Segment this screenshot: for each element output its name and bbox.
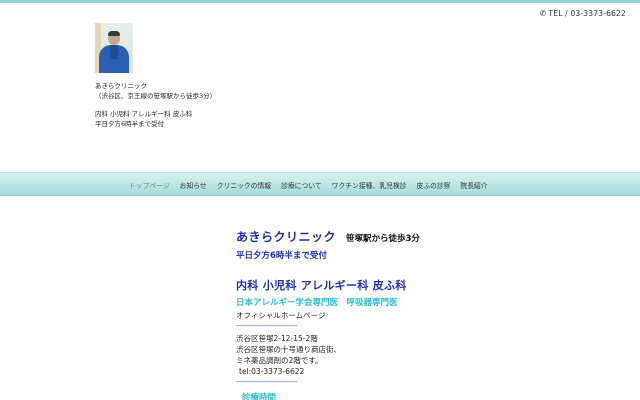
nav-item-clinic-info[interactable]: クリニックの情報 xyxy=(212,180,276,190)
main-navigation: トップページ お知らせ クリニックの情報 診療について ワクチン接種、乳児検診 … xyxy=(0,172,640,196)
address-line: 渋谷区笹塚の十号通り商店街、 xyxy=(236,345,341,354)
nav-item-dermatology[interactable]: 皮ふの診察 xyxy=(411,180,455,190)
divider-bottom: ------------------------------ xyxy=(236,378,297,386)
address-line: ミネ薬品調剤の2階です。 xyxy=(236,356,323,365)
specialties-heading: 内科 小児科 アレルギー科 皮ふ科 xyxy=(236,279,407,292)
header-departments: 内科 小児科 アレルギー科 皮ふ科 xyxy=(95,110,193,118)
station-access: 笹塚駅から徒歩3分 xyxy=(346,234,420,244)
header-info: あきらクリニック （渋谷区、京王線の笹塚駅から徒歩3分） 内科 小児科 アレルギ… xyxy=(95,82,216,129)
phone-link[interactable]: tel:03-3373-6622 xyxy=(236,366,616,377)
address-block: 渋谷区笹塚2-12-15-2階 渋谷区笹塚の十号通り商店街、 ミネ薬品調剤の2階… xyxy=(236,333,616,377)
header-phone[interactable]: ✆ TEL / 03-3373-6622 xyxy=(540,9,626,18)
nav-item-treatment[interactable]: 診療について xyxy=(276,180,327,190)
certifications: 日本アレルギー学会専門医 呼吸器専門医 xyxy=(236,298,398,308)
header-clinic-name: あきらクリニック xyxy=(95,82,147,90)
nav-item-vaccination[interactable]: ワクチン接種、乳児検診 xyxy=(327,180,412,190)
header-weekday-hours: 平日夕方6時半まで受付 xyxy=(95,119,165,128)
official-homepage-label: オフィシャルホームページ xyxy=(236,311,326,320)
top-accent-rule xyxy=(0,0,640,3)
main-content: あきらクリニック 笹塚駅から徒歩3分 平日夕方6時半まで受付 内科 小児科 アレ… xyxy=(236,228,616,400)
doctor-photo xyxy=(95,23,133,73)
nav-item-news[interactable]: お知らせ xyxy=(175,180,212,190)
header-location: （渋谷区、京王線の笹塚駅から徒歩3分） xyxy=(95,91,217,100)
main-clinic-name: あきらクリニック xyxy=(236,230,337,244)
divider-top: ------------------------------ xyxy=(236,322,297,330)
header-phone-text: TEL / 03-3373-6622 xyxy=(548,9,626,18)
nav-item-top[interactable]: トップページ xyxy=(124,180,175,190)
hours-note: 平日夕方6時半まで受付 xyxy=(236,251,327,261)
nav-item-director[interactable]: 院長紹介 xyxy=(455,180,492,190)
address-line: 渋谷区笹塚2-12-15-2階 xyxy=(236,334,318,343)
hours-heading: 診療時間 xyxy=(242,393,277,400)
phone-icon: ✆ xyxy=(539,9,547,18)
